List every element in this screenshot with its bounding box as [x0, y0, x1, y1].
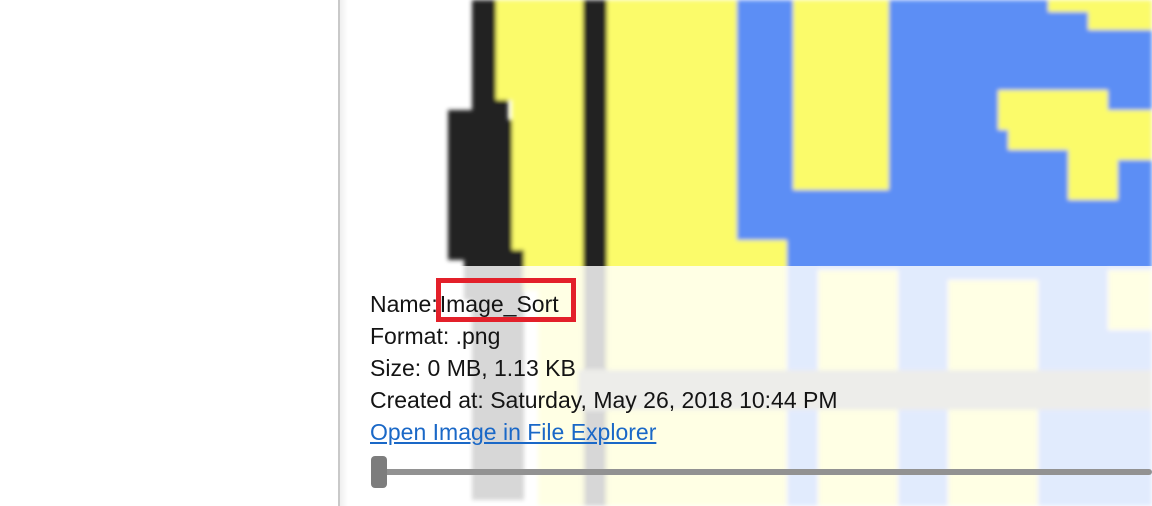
created-row: Created at: Saturday, May 26, 2018 10:44… — [370, 385, 838, 415]
name-value: Image_Sort — [439, 291, 559, 317]
zoom-slider-track[interactable] — [382, 469, 1152, 475]
format-row: Format: .png — [370, 321, 500, 351]
name-row: Name:Image_Sort — [370, 289, 563, 319]
pane-divider-shadow — [340, 0, 348, 506]
image-details-panel: Name:Image_Sort Format: .png Size: 0 MB,… — [348, 266, 1152, 506]
format-label: Format: — [370, 323, 450, 349]
name-label: Name: — [370, 291, 438, 317]
created-label: Created at: — [370, 387, 484, 413]
created-value: Saturday, May 26, 2018 10:44 PM — [490, 387, 838, 413]
left-pane — [0, 0, 338, 506]
format-value: .png — [455, 323, 501, 349]
size-row: Size: 0 MB, 1.13 KB — [370, 353, 576, 383]
size-value: 0 MB, 1.13 KB — [427, 355, 576, 381]
open-in-file-explorer-link[interactable]: Open Image in File Explorer — [370, 417, 656, 447]
zoom-slider-thumb[interactable] — [371, 456, 387, 488]
size-label: Size: — [370, 355, 422, 381]
